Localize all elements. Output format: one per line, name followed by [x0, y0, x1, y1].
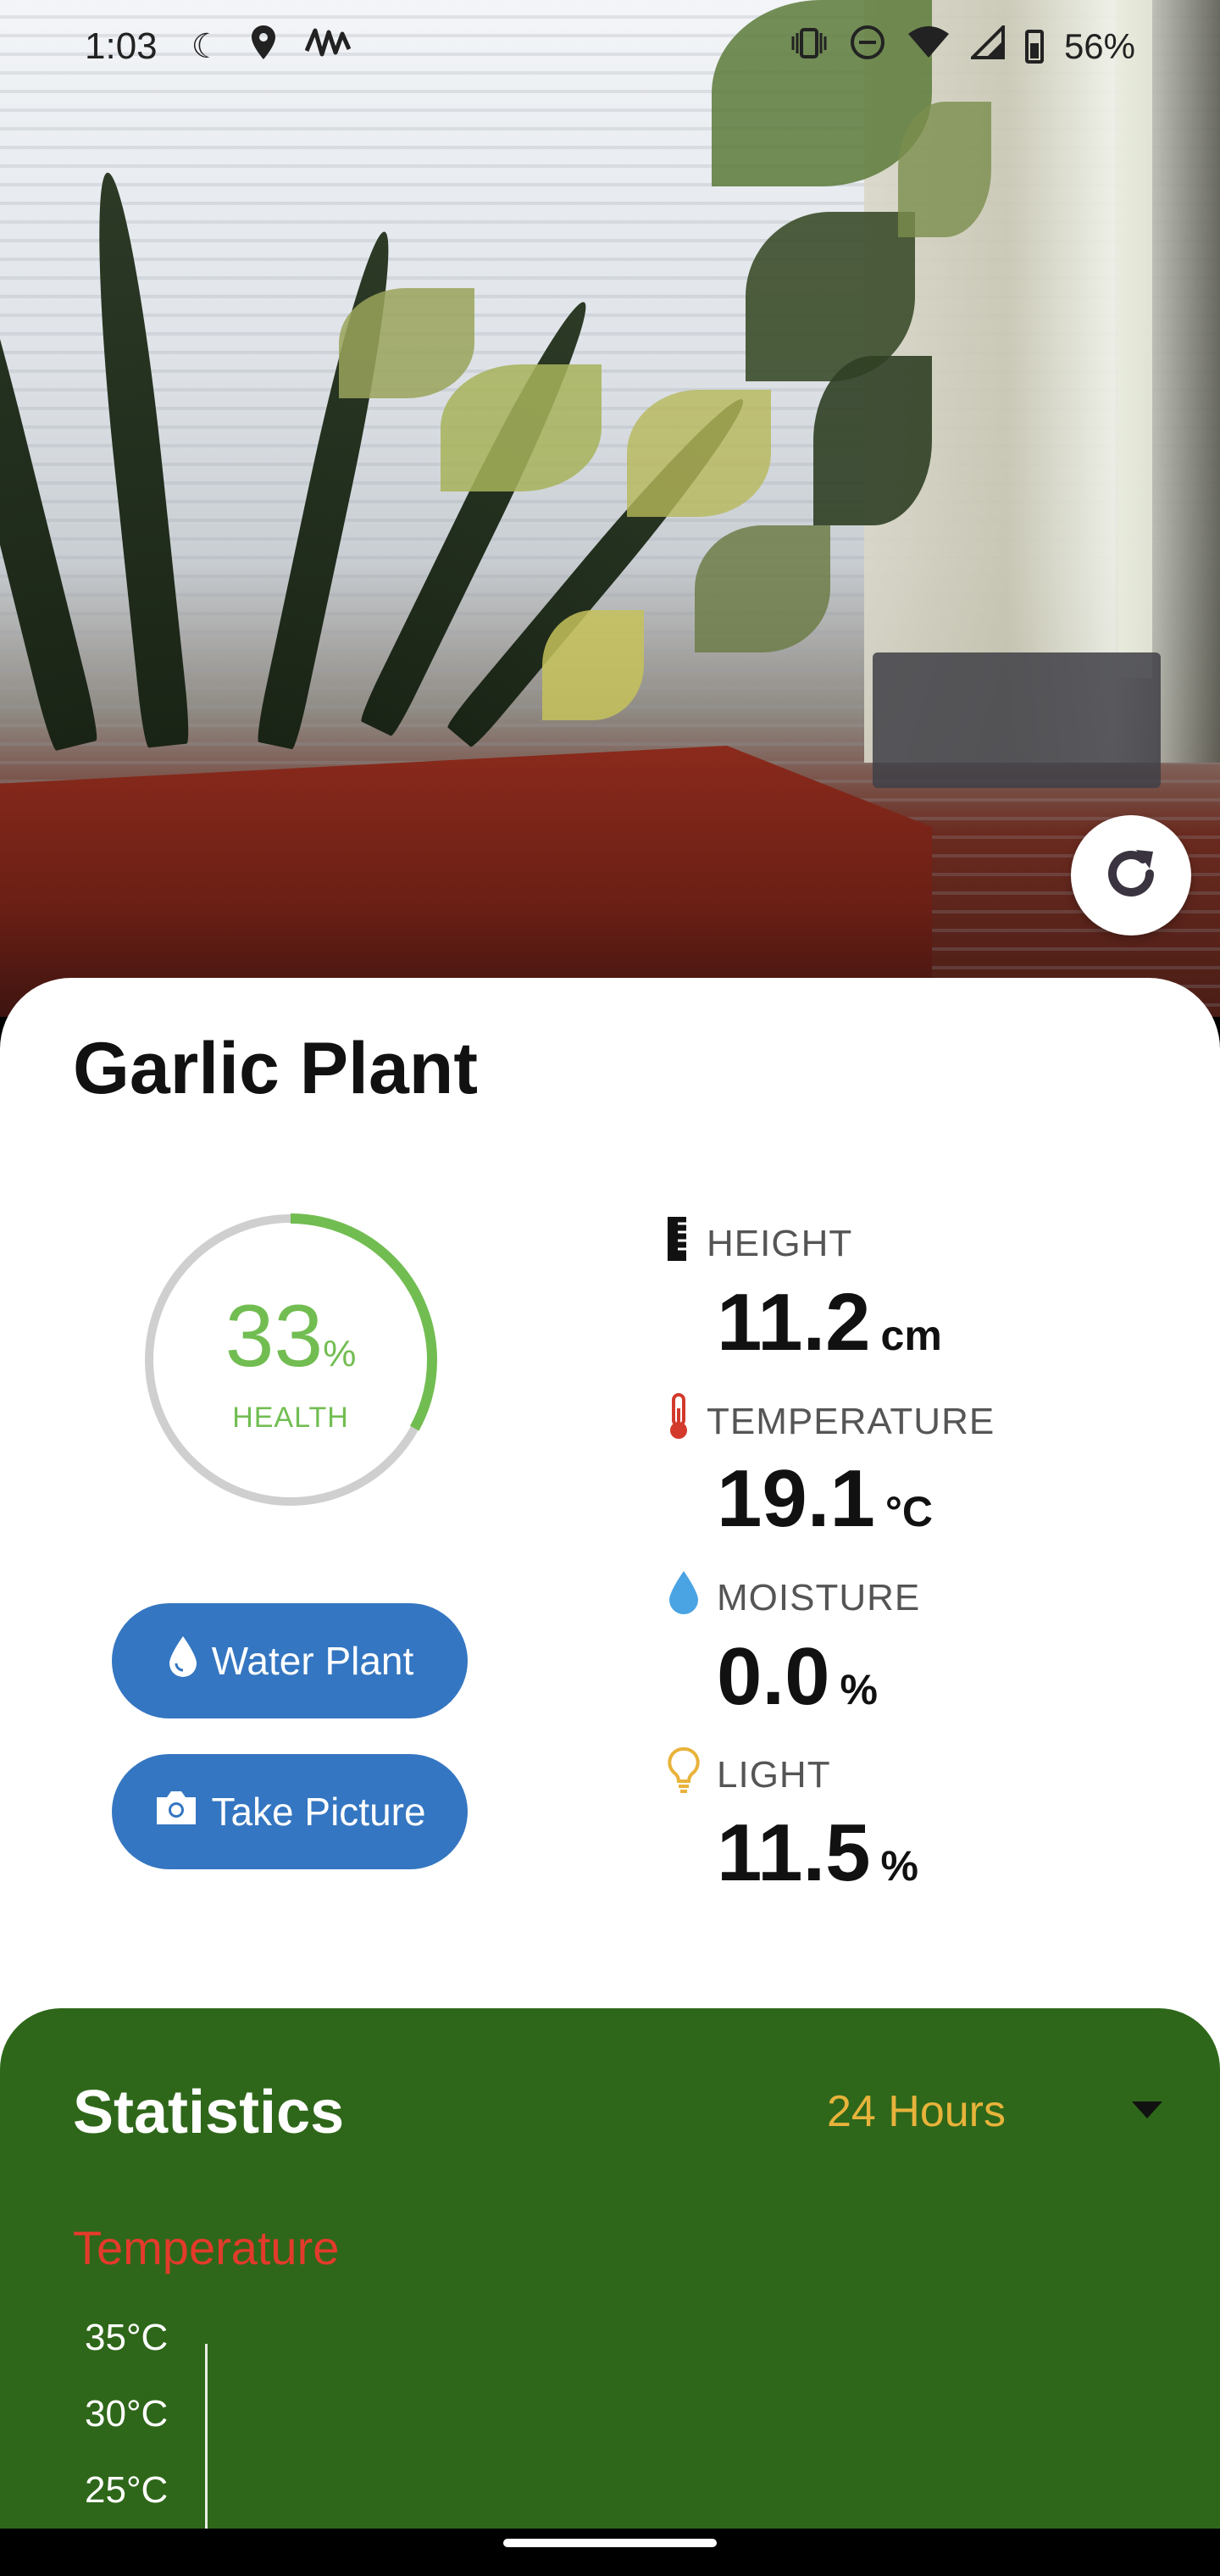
location-icon	[251, 25, 276, 68]
y-tick-label: 25°C	[85, 2469, 169, 2511]
height-value: 11.2 cm	[717, 1276, 942, 1369]
water-plant-label: Water Plant	[211, 1639, 414, 1683]
health-percent: 33	[225, 1287, 324, 1385]
ruler-icon	[666, 1215, 691, 1272]
light-label: LIGHT	[717, 1753, 831, 1796]
y-tick-label: 30°C	[85, 2393, 169, 2434]
vibrate-icon	[790, 26, 829, 67]
moisture-label: MOISTURE	[717, 1576, 921, 1618]
moisture-value: 0.0%	[717, 1630, 878, 1724]
refresh-icon	[1097, 840, 1165, 912]
system-navigation-bar	[0, 2529, 1220, 2576]
take-picture-label: Take Picture	[211, 1790, 426, 1834]
lightbulb-icon	[666, 1746, 702, 1804]
water-drop-icon	[666, 1569, 702, 1626]
temperature-value: 19.1 °C	[717, 1452, 933, 1546]
health-unit: %	[323, 1333, 357, 1374]
height-label: HEIGHT	[707, 1222, 853, 1264]
status-bar: 1:03 ☾ 56%	[0, 0, 1220, 93]
statistics-title: Statistics	[73, 2079, 345, 2146]
plant-photo	[0, 0, 1220, 1017]
time-range-dropdown[interactable]: 24 Hours	[827, 2086, 1006, 2137]
thermometer-icon	[666, 1393, 691, 1450]
height-number: 11.2	[717, 1277, 871, 1368]
moisture-number: 0.0	[717, 1631, 830, 1722]
dropdown-arrow-icon[interactable]	[1132, 2101, 1162, 2118]
signal-icon	[968, 23, 1005, 68]
camera-icon	[153, 1789, 199, 1835]
take-picture-button[interactable]: Take Picture	[112, 1754, 468, 1869]
moisture-unit: %	[840, 1666, 878, 1713]
plant-name: Garlic Plant	[73, 1028, 478, 1109]
battery-level: 56%	[1063, 26, 1135, 66]
water-drop-icon	[166, 1635, 200, 1688]
statistics-section: Statistics 24 Hours Temperature 35°C 30°…	[0, 2008, 1220, 2539]
home-gesture-handle[interactable]	[503, 2539, 717, 2547]
light-number: 11.5	[717, 1807, 871, 1898]
do-not-disturb-moon-icon: ☾	[191, 28, 222, 65]
health-label: HEALTH	[232, 1402, 349, 1434]
temperature-number: 19.1	[717, 1453, 875, 1544]
moisture-metric-label: MOISTURE	[666, 1569, 920, 1626]
wifi-icon	[907, 25, 951, 68]
height-unit: cm	[880, 1312, 942, 1359]
activity-wave-icon	[304, 25, 351, 68]
temperature-label: TEMPERATURE	[707, 1400, 995, 1442]
status-time: 1:03	[85, 25, 158, 67]
light-value: 11.5%	[717, 1807, 918, 1900]
battery-icon	[1024, 30, 1044, 64]
dnd-icon	[849, 24, 886, 69]
light-metric-label: LIGHT	[666, 1746, 831, 1804]
refresh-button[interactable]	[1071, 815, 1191, 935]
temperature-metric-label: TEMPERATURE	[666, 1393, 995, 1450]
health-value: 33%	[142, 1286, 439, 1387]
chart-y-axis	[205, 2344, 208, 2539]
light-unit: %	[880, 1842, 919, 1890]
y-tick-label: 35°C	[85, 2317, 169, 2358]
temperature-unit: °C	[884, 1488, 933, 1535]
temperature-chart-title: Temperature	[73, 2221, 340, 2274]
water-plant-button[interactable]: Water Plant	[112, 1603, 468, 1718]
height-metric-label: HEIGHT	[666, 1215, 852, 1272]
